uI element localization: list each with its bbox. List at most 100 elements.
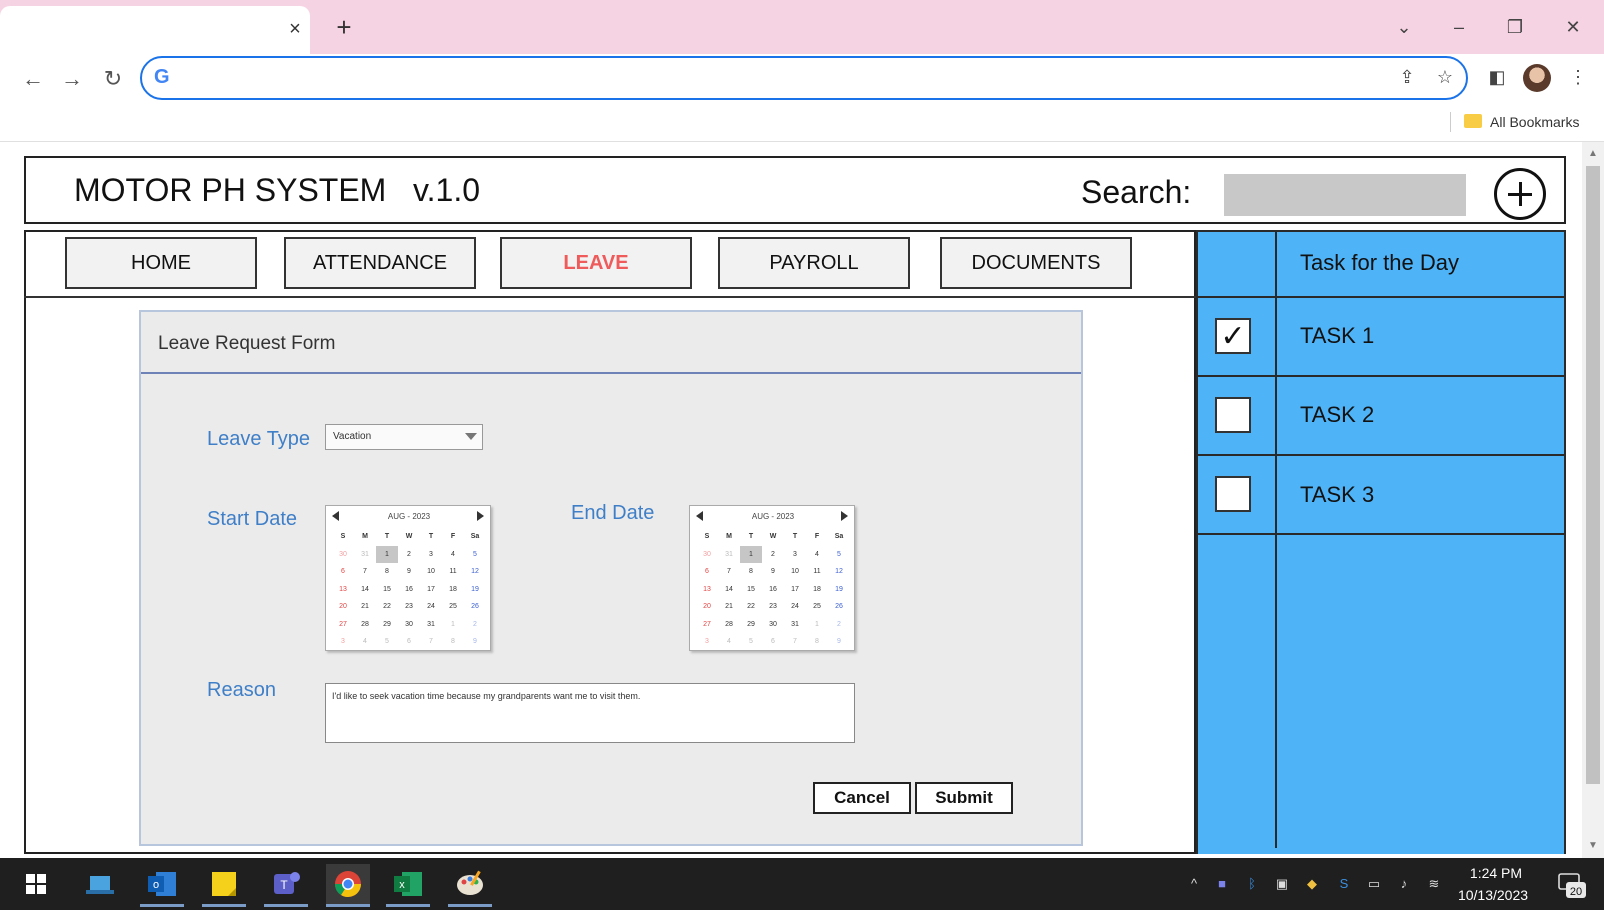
calendar-day[interactable]: 6	[762, 633, 784, 651]
calendar-day[interactable]: 30	[696, 546, 718, 564]
calendar-day[interactable]: 6	[398, 633, 420, 651]
outlook-icon[interactable]: o	[140, 864, 184, 904]
calendar-day[interactable]: 23	[398, 598, 420, 616]
excel-icon[interactable]: x	[386, 864, 430, 904]
restore-button[interactable]: ❐	[1500, 14, 1530, 40]
calendar-day[interactable]: 13	[332, 581, 354, 599]
profile-avatar[interactable]	[1523, 64, 1551, 92]
calendar-day[interactable]: 11	[806, 563, 828, 581]
calendar-day[interactable]: 9	[762, 563, 784, 581]
calendar-day[interactable]: 19	[464, 581, 486, 599]
calendar-day[interactable]: 28	[718, 616, 740, 634]
calendar-day[interactable]: 21	[354, 598, 376, 616]
reload-button[interactable]: ↻	[98, 64, 128, 94]
calendar-day[interactable]: 4	[442, 546, 464, 564]
calendar-day[interactable]: 31	[420, 616, 442, 634]
calendar-day[interactable]: 31	[718, 546, 740, 564]
new-tab-button[interactable]: +	[332, 14, 356, 40]
tab-home[interactable]: HOME	[65, 237, 257, 289]
calendar-day[interactable]: 15	[376, 581, 398, 599]
calendar-day[interactable]: 19	[828, 581, 850, 599]
calendar-day[interactable]: 8	[376, 563, 398, 581]
close-window-button[interactable]: ✕	[1558, 14, 1588, 40]
calendar-day[interactable]: 24	[784, 598, 806, 616]
teams-tray-icon[interactable]: ■	[1212, 874, 1232, 894]
calendar-day[interactable]: 16	[762, 581, 784, 599]
calendar-day[interactable]: 7	[420, 633, 442, 651]
calendar-day[interactable]: 6	[332, 563, 354, 581]
submit-button[interactable]: Submit	[915, 782, 1013, 814]
calendar-day[interactable]: 16	[398, 581, 420, 599]
calendar-day[interactable]: 5	[828, 546, 850, 564]
calendar-day[interactable]: 9	[398, 563, 420, 581]
calendar-day[interactable]: 4	[354, 633, 376, 651]
next-month-icon[interactable]	[477, 511, 484, 521]
calendar-day[interactable]: 5	[740, 633, 762, 651]
calendar-day[interactable]: 3	[696, 633, 718, 651]
show-hidden-icons-icon[interactable]: ^	[1184, 874, 1204, 894]
calendar-day[interactable]: 25	[442, 598, 464, 616]
calendar-day[interactable]: 30	[398, 616, 420, 634]
calendar-day[interactable]: 3	[420, 546, 442, 564]
next-month-icon[interactable]	[841, 511, 848, 521]
calendar-day[interactable]: 8	[740, 563, 762, 581]
calendar-day[interactable]: 31	[784, 616, 806, 634]
calendar-day[interactable]: 18	[442, 581, 464, 599]
calendar-day[interactable]: 8	[442, 633, 464, 651]
calendar-day[interactable]: 15	[740, 581, 762, 599]
tab-payroll[interactable]: PAYROLL	[718, 237, 910, 289]
minimize-button[interactable]: –	[1444, 14, 1474, 40]
calendar-day[interactable]: 1	[442, 616, 464, 634]
calendar-day[interactable]: 28	[354, 616, 376, 634]
calendar-day[interactable]: 26	[828, 598, 850, 616]
scroll-up-icon[interactable]: ▲	[1586, 148, 1600, 162]
calendar-day[interactable]: 22	[740, 598, 762, 616]
calendar-day[interactable]: 25	[806, 598, 828, 616]
calendar-day[interactable]: 2	[398, 546, 420, 564]
task-1-checkbox[interactable]: ✓	[1215, 318, 1251, 354]
tab-search-icon[interactable]: ⌄	[1389, 14, 1419, 40]
scroll-down-icon[interactable]: ▼	[1586, 840, 1600, 854]
calendar-day[interactable]: 30	[332, 546, 354, 564]
calendar-day[interactable]: 7	[718, 563, 740, 581]
windows-start-icon[interactable]	[14, 864, 58, 904]
menu-kebab-icon[interactable]: ⋮	[1567, 66, 1589, 88]
address-bar[interactable]	[140, 56, 1468, 100]
volume-icon[interactable]: ♪	[1394, 874, 1414, 894]
calendar-day[interactable]: 29	[740, 616, 762, 634]
calendar-day[interactable]: 21	[718, 598, 740, 616]
calendar-day[interactable]: 6	[696, 563, 718, 581]
calendar-day[interactable]: 24	[420, 598, 442, 616]
task-3-checkbox[interactable]	[1215, 476, 1251, 512]
calendar-day[interactable]: 31	[354, 546, 376, 564]
share-icon[interactable]: ⇪	[1396, 66, 1418, 88]
security-shield-icon[interactable]: ◆	[1302, 874, 1322, 894]
calendar-day[interactable]: 3	[784, 546, 806, 564]
browser-tab[interactable]	[0, 6, 310, 54]
clock-date[interactable]: 10/13/2023	[1452, 886, 1534, 904]
calendar-day[interactable]: 13	[696, 581, 718, 599]
teams-icon[interactable]: T	[264, 864, 308, 904]
calendar-day[interactable]: 7	[784, 633, 806, 651]
calendar-day[interactable]: 17	[784, 581, 806, 599]
paint-icon[interactable]	[448, 864, 492, 904]
calendar-day[interactable]: 5	[464, 546, 486, 564]
task-2-checkbox[interactable]	[1215, 397, 1251, 433]
calendar-day[interactable]: 30	[762, 616, 784, 634]
battery-icon[interactable]: ▭	[1364, 874, 1384, 894]
end-date-calendar[interactable]: AUG - 2023 S M T W T F Sa 30 31 1 2 3 4 5 6 7 8 9 10 11 12 13…	[689, 505, 855, 651]
calendar-day[interactable]: 9	[464, 633, 486, 651]
calendar-day[interactable]: 2	[464, 616, 486, 634]
search-input[interactable]	[1224, 174, 1466, 216]
calendar-day[interactable]: 5	[376, 633, 398, 651]
bluetooth-icon[interactable]: ᛒ	[1242, 874, 1262, 894]
tab-leave[interactable]: LEAVE	[500, 237, 692, 289]
calendar-day[interactable]: 26	[464, 598, 486, 616]
sticky-notes-icon[interactable]	[202, 864, 246, 904]
calendar-day[interactable]: 12	[464, 563, 486, 581]
calendar-day[interactable]: 27	[332, 616, 354, 634]
calendar-day[interactable]: 7	[354, 563, 376, 581]
calendar-day[interactable]: 27	[696, 616, 718, 634]
calendar-day[interactable]: 14	[354, 581, 376, 599]
calendar-day[interactable]: 3	[332, 633, 354, 651]
